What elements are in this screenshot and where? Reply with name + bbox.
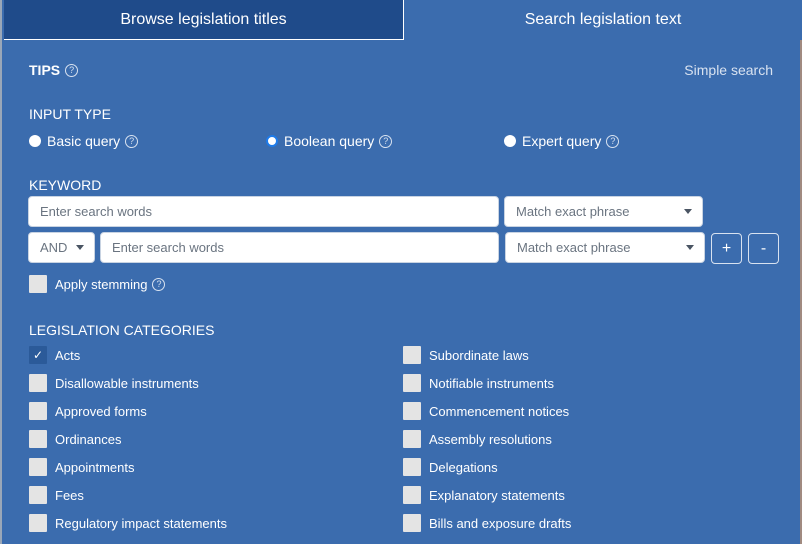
category-regulatory-impact-statements[interactable]: Regulatory impact statements xyxy=(29,514,227,532)
checkbox[interactable] xyxy=(29,275,47,293)
radio-label: Boolean query xyxy=(284,133,375,149)
remove-row-button[interactable]: - xyxy=(748,233,779,264)
checkbox[interactable] xyxy=(403,374,421,392)
checkbox[interactable] xyxy=(29,402,47,420)
checkbox[interactable] xyxy=(403,402,421,420)
question-circle-icon[interactable]: ? xyxy=(65,63,79,77)
tips-label: TIPS xyxy=(29,62,61,78)
caret-down-icon xyxy=(76,245,84,250)
tips-toggle[interactable]: TIPS ? xyxy=(29,62,79,78)
tab-browse-titles[interactable]: Browse legislation titles xyxy=(4,0,404,40)
radio-button-selected[interactable] xyxy=(266,135,278,147)
checkbox-label: Apply stemming xyxy=(55,276,148,292)
checkbox-label: Disallowable instruments xyxy=(55,375,199,391)
checkbox-label: Bills and exposure drafts xyxy=(429,515,572,531)
checkbox-label: Delegations xyxy=(429,459,498,475)
checkbox[interactable] xyxy=(403,430,421,448)
select-value: AND xyxy=(40,240,68,255)
question-circle-icon[interactable]: ? xyxy=(125,134,139,148)
checkbox[interactable] xyxy=(29,514,47,532)
radio-basic-query[interactable]: Basic query ? xyxy=(29,133,139,149)
tab-search-text[interactable]: Search legislation text xyxy=(404,0,802,40)
radio-label: Basic query xyxy=(47,133,121,149)
category-acts[interactable]: ✓ Acts xyxy=(29,346,80,364)
checkbox[interactable] xyxy=(29,430,47,448)
checkbox-checked[interactable]: ✓ xyxy=(29,346,47,364)
checkbox[interactable] xyxy=(403,458,421,476)
checkbox-label: Subordinate laws xyxy=(429,347,529,363)
input-type-heading: INPUT TYPE xyxy=(29,106,111,122)
category-assembly-resolutions[interactable]: Assembly resolutions xyxy=(403,430,552,448)
checkbox-label: Fees xyxy=(55,487,84,503)
checkbox-label: Ordinances xyxy=(55,431,122,447)
checkbox[interactable] xyxy=(403,346,421,364)
category-appointments[interactable]: Appointments xyxy=(29,458,135,476)
keyword-heading: KEYWORD xyxy=(29,177,102,193)
match-type-select-2[interactable]: Match exact phrase xyxy=(505,232,705,263)
question-circle-icon[interactable]: ? xyxy=(152,277,166,291)
simple-search-link[interactable]: Simple search xyxy=(684,62,773,78)
category-fees[interactable]: Fees xyxy=(29,486,84,504)
select-value: Match exact phrase xyxy=(516,204,630,219)
checkmark-icon: ✓ xyxy=(32,348,44,362)
radio-expert-query[interactable]: Expert query ? xyxy=(504,133,620,149)
checkbox-label: Approved forms xyxy=(55,403,147,419)
category-bills-and-exposure-drafts[interactable]: Bills and exposure drafts xyxy=(403,514,571,532)
checkbox-label: Notifiable instruments xyxy=(429,375,554,391)
checkbox-label: Appointments xyxy=(55,459,135,475)
question-circle-icon[interactable]: ? xyxy=(379,134,393,148)
category-notifiable-instruments[interactable]: Notifiable instruments xyxy=(403,374,554,392)
checkbox[interactable] xyxy=(29,486,47,504)
checkbox[interactable] xyxy=(403,486,421,504)
category-explanatory-statements[interactable]: Explanatory statements xyxy=(403,486,565,504)
radio-button[interactable] xyxy=(29,135,41,147)
category-subordinate-laws[interactable]: Subordinate laws xyxy=(403,346,529,364)
category-commencement-notices[interactable]: Commencement notices xyxy=(403,402,569,420)
checkbox-label: Assembly resolutions xyxy=(429,431,552,447)
checkbox-label: Acts xyxy=(55,347,81,363)
category-disallowable-instruments[interactable]: Disallowable instruments xyxy=(29,374,199,392)
operator-select[interactable]: AND xyxy=(28,232,95,263)
radio-boolean-query[interactable]: Boolean query ? xyxy=(266,133,393,149)
add-row-button[interactable]: + xyxy=(711,233,742,264)
checkbox[interactable] xyxy=(403,514,421,532)
checkbox[interactable] xyxy=(29,374,47,392)
category-delegations[interactable]: Delegations xyxy=(403,458,498,476)
search-panel: Browse legislation titles Search legisla… xyxy=(0,0,802,544)
tab-bar: Browse legislation titles Search legisla… xyxy=(2,0,802,40)
category-approved-forms[interactable]: Approved forms xyxy=(29,402,147,420)
match-type-select-1[interactable]: Match exact phrase xyxy=(504,196,703,227)
tab-label: Browse legislation titles xyxy=(120,10,287,28)
keyword-input-2[interactable]: Enter search words xyxy=(100,232,499,263)
radio-label: Expert query xyxy=(522,133,602,149)
category-ordinances[interactable]: Ordinances xyxy=(29,430,121,448)
select-value: Match exact phrase xyxy=(517,240,631,255)
checkbox-label: Regulatory impact statements xyxy=(55,515,227,531)
caret-down-icon xyxy=(686,245,694,250)
apply-stemming-option[interactable]: Apply stemming ? xyxy=(29,275,166,293)
categories-heading: LEGISLATION CATEGORIES xyxy=(29,322,215,338)
radio-button[interactable] xyxy=(504,135,516,147)
question-circle-icon[interactable]: ? xyxy=(606,134,620,148)
checkbox-label: Explanatory statements xyxy=(429,487,565,503)
checkbox-label: Commencement notices xyxy=(429,403,570,419)
checkbox[interactable] xyxy=(29,458,47,476)
keyword-input-1[interactable]: Enter search words xyxy=(28,196,499,227)
caret-down-icon xyxy=(684,209,692,214)
tab-label: Search legislation text xyxy=(524,11,682,28)
